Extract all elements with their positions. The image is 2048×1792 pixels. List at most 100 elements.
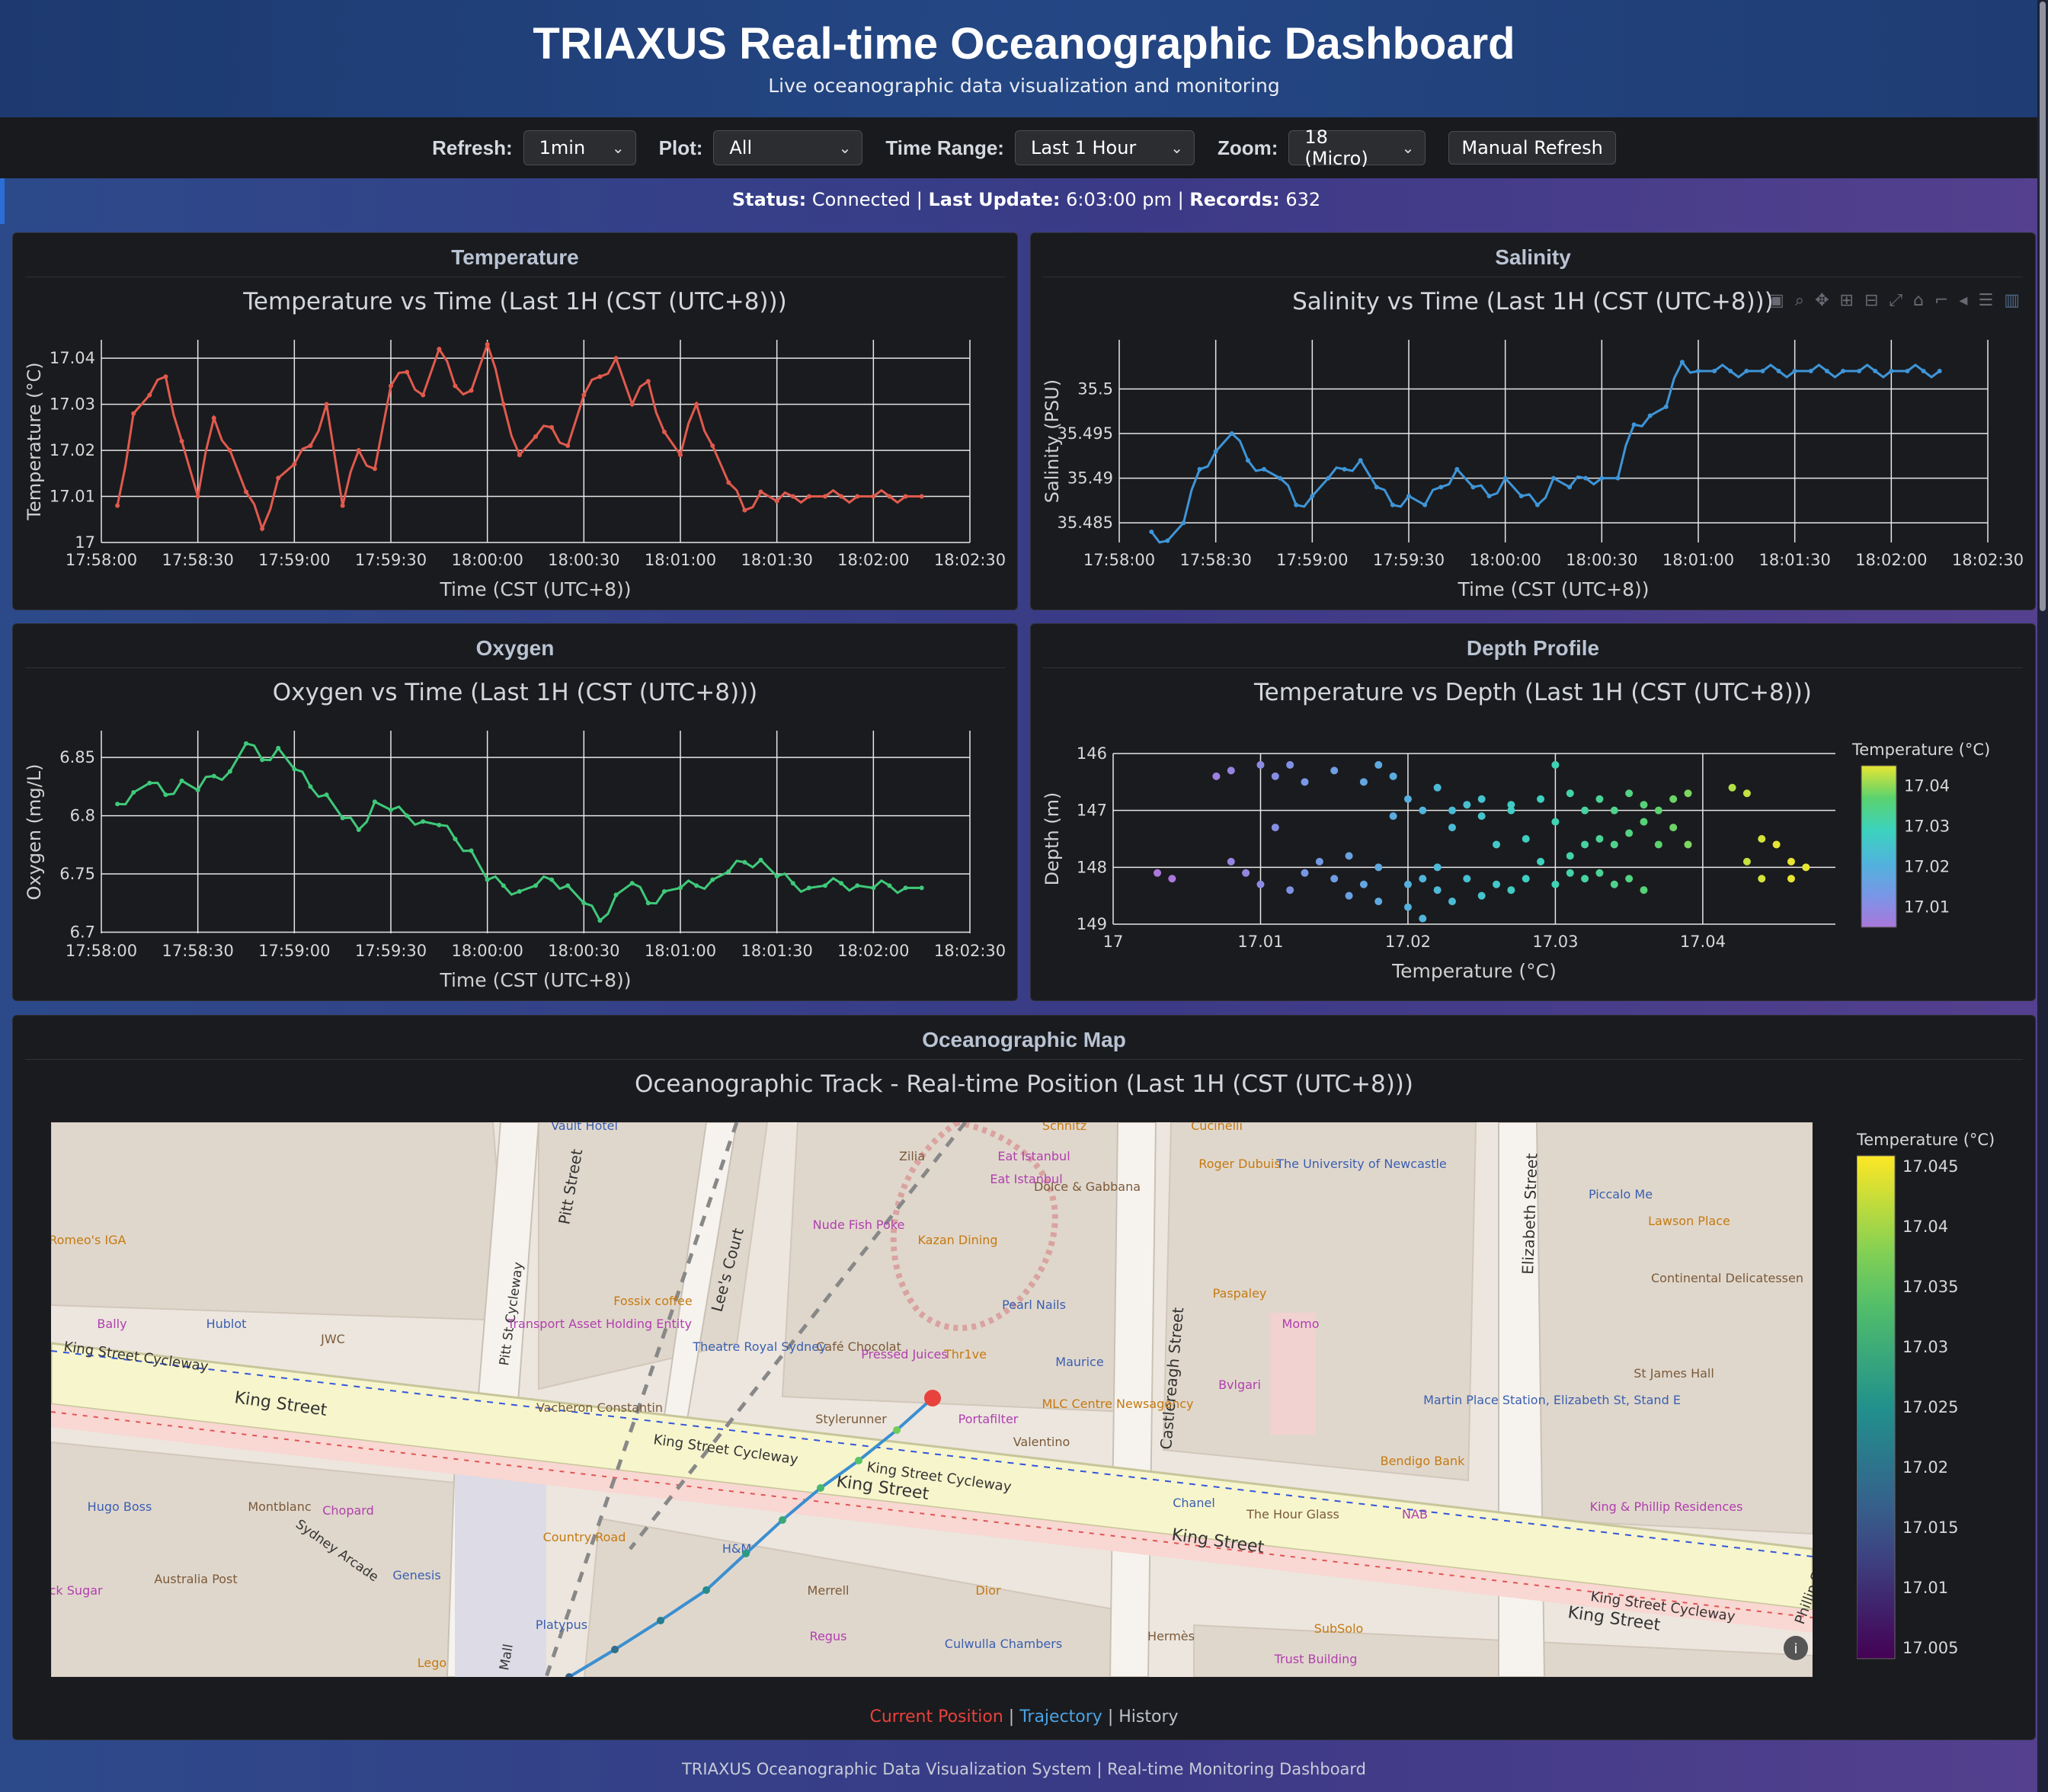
page-subtitle: Live oceanographic data visualization an…	[768, 75, 1280, 97]
depth-scatter-point	[1507, 886, 1515, 894]
y-axis-label: Depth (m)	[1042, 792, 1063, 886]
autoscale-icon[interactable]: ⤢	[1889, 291, 1902, 310]
salinity-data-point	[1518, 494, 1524, 499]
oxygen-data-point	[694, 883, 699, 888]
x-axis-label: Time (CST (UTC+8))	[439, 578, 631, 600]
map-colorbar-title: Temperature (°C)	[1857, 1131, 1995, 1149]
map-poi-label: Lawson Place	[1648, 1214, 1730, 1228]
map-poi-label: Martin Place Station, Elizabeth St, Stan…	[1423, 1393, 1681, 1407]
zoom-icon[interactable]: ⌕	[1795, 291, 1804, 310]
map-colorbar-tick-label: 17.04	[1902, 1218, 1948, 1236]
oxygen-data-point	[742, 859, 747, 865]
x-tick-label: 18:00:00	[452, 551, 523, 569]
y-tick-label: 6.85	[59, 748, 95, 766]
chevron-down-icon: ⌄	[838, 139, 852, 157]
camera-icon[interactable]: ▣	[1768, 291, 1784, 310]
trajectory-point	[742, 1550, 750, 1557]
refresh-label: Refresh:	[432, 136, 513, 159]
hover-closest-icon[interactable]: ◂	[1959, 291, 1967, 310]
oxygen-series-line[interactable]	[117, 742, 922, 923]
temperature-axes: 17:58:00 17:58:30 17:59:00 17:59:30 18:00:00…	[24, 340, 1006, 600]
oxygen-data-point	[839, 881, 844, 886]
map-poi-label: Country Road	[543, 1530, 626, 1544]
spike-icon[interactable]: ⌐	[1934, 291, 1948, 310]
temperature-data-point	[597, 374, 603, 379]
depth-scatter-point	[1345, 852, 1353, 860]
depth-scatter-point	[1625, 789, 1634, 798]
salinity-data-point	[1278, 475, 1283, 481]
depth-scatter-point	[1419, 914, 1427, 923]
oxygen-data-point	[871, 885, 876, 891]
y-tick-label: 17.02	[50, 441, 95, 459]
depth-colorbar	[1861, 765, 1897, 928]
y-tick-label: 6.8	[70, 807, 95, 825]
depth-scatter-point	[1758, 875, 1766, 883]
depth-scatter-point	[1537, 857, 1545, 866]
depth-scatter-point	[1640, 886, 1648, 894]
y-tick-label: 17	[75, 533, 95, 552]
y-tick-label: 6.7	[70, 923, 95, 941]
oxygen-data-point	[179, 778, 184, 783]
map-poi-label: Regus	[810, 1629, 847, 1643]
temperature-chart[interactable]: 17:58:00 17:58:30 17:59:00 17:59:30 18:00:00…	[13, 233, 1019, 611]
salinity-chart[interactable]: 17:58:00 17:58:30 17:59:00 17:59:30 18:00:00…	[1031, 233, 2037, 611]
oxygen-chart[interactable]: 17:58:00 17:58:30 17:59:00 17:59:30 18:00:00…	[13, 624, 1019, 1002]
temperature-data-point	[661, 429, 667, 434]
plot-value: All	[729, 137, 753, 158]
salinity-data-point	[1181, 520, 1186, 526]
page-scrollbar[interactable]	[2037, 0, 2048, 1792]
plotly-logo-icon[interactable]: ▥	[2004, 291, 2020, 310]
pan-icon[interactable]: ✥	[1815, 291, 1829, 310]
salinity-data-point	[1165, 538, 1170, 543]
colorbar-tick-label: 17.03	[1904, 818, 1950, 836]
refresh-select[interactable]: 1min ⌄	[523, 130, 636, 165]
home-icon[interactable]: ⌂	[1913, 291, 1924, 310]
temperature-data-point	[581, 392, 587, 398]
depth-scatter-point	[1256, 760, 1265, 769]
x-tick-label: 17.01	[1237, 933, 1283, 951]
current-position-marker[interactable]	[924, 1390, 941, 1406]
scrollbar-thumb[interactable]	[2040, 2, 2046, 611]
oxygen-data-point	[115, 802, 120, 807]
map-colorbar-tick-label: 17.03	[1902, 1338, 1948, 1356]
temperature-series-line[interactable]	[116, 341, 922, 533]
depth-scatter-point	[1330, 875, 1339, 883]
temperature-data-point	[276, 475, 281, 481]
street-map[interactable]: King Street King Street King Street King…	[51, 1122, 1813, 1677]
manual-refresh-button[interactable]: Manual Refresh	[1448, 131, 1616, 165]
oxygen-data-point	[501, 883, 506, 888]
salinity-data-point	[1615, 475, 1621, 481]
oxygen-data-point	[356, 827, 361, 832]
map-poi-label: Lego	[418, 1656, 446, 1670]
depth-scatter-point	[1403, 795, 1412, 803]
map-colorbar: Temperature (°C) 17.045 17.04 17.035 17.03 17…	[1857, 1131, 1995, 1659]
legend-trajectory: Trajectory	[1019, 1707, 1102, 1726]
temperature-data-point	[372, 466, 377, 472]
zoom-out-icon[interactable]: ⊟	[1864, 291, 1878, 310]
zoom-in-icon[interactable]: ⊞	[1840, 291, 1854, 310]
map-colorbar-tick-label: 17.02	[1902, 1458, 1948, 1477]
x-tick-label: 17:58:30	[162, 942, 234, 960]
depth-panel: Depth Profile Temperature vs Depth (Last…	[1030, 623, 2036, 1001]
salinity-data-point	[1937, 369, 1942, 374]
time-range-select[interactable]: Last 1 Hour ⌄	[1014, 130, 1195, 165]
depth-scatter-point	[1610, 806, 1618, 814]
x-tick-label: 18:01:30	[1759, 551, 1831, 569]
oxygen-data-point	[227, 769, 232, 774]
salinity-data-point	[1422, 502, 1428, 507]
salinity-data-point	[1663, 404, 1669, 409]
x-tick-label: 18:00:00	[1470, 551, 1541, 569]
zoom-select[interactable]: 18 (Micro) ⌄	[1288, 126, 1426, 169]
depth-scatter-point	[1433, 863, 1442, 872]
hover-compare-icon[interactable]: ☰	[1978, 291, 1993, 310]
map-poi-label: NAB	[1402, 1507, 1428, 1522]
x-axis-label: Time (CST (UTC+8))	[1457, 578, 1649, 600]
plot-select[interactable]: All ⌄	[713, 130, 863, 165]
oxygen-data-point	[405, 813, 410, 818]
temperature-data-point	[855, 494, 860, 499]
trajectory-point	[657, 1617, 664, 1624]
depth-scatter-point	[1566, 852, 1574, 860]
temperature-data-point	[565, 443, 571, 449]
depth-chart[interactable]: 17 17.01 17.02 17.03 17.04 146 147 148 149 Temper…	[1031, 624, 2037, 1002]
x-tick-label: 17:59:30	[1373, 551, 1445, 569]
